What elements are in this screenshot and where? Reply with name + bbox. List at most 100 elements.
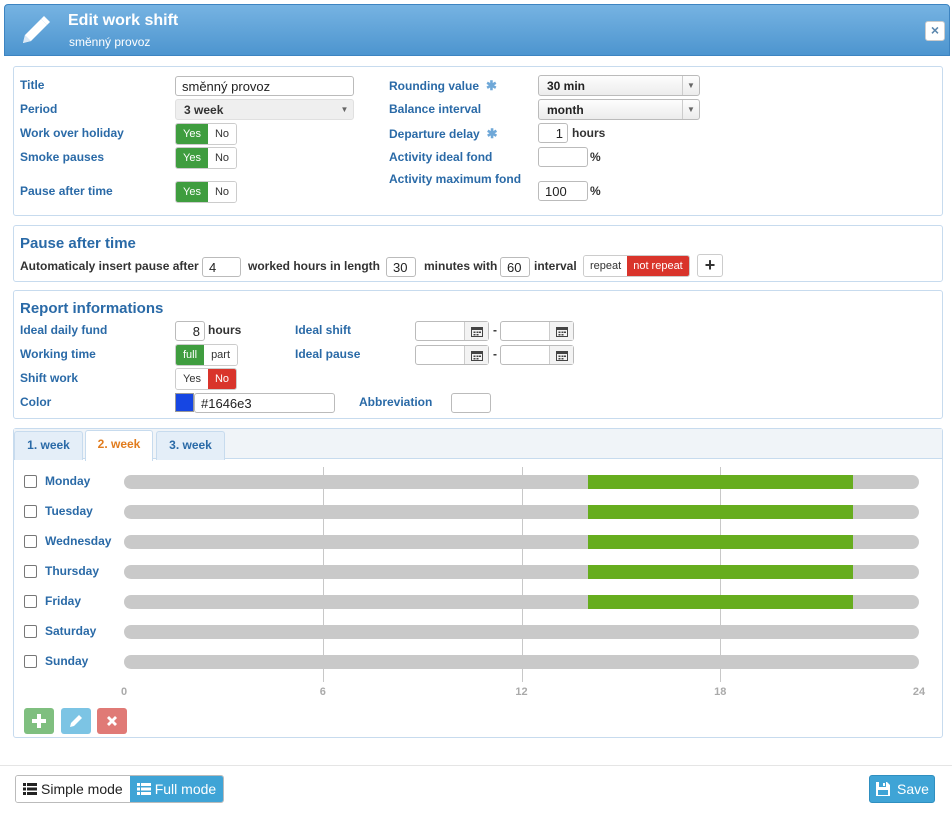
smoke-no[interactable]: No <box>207 148 237 168</box>
holiday-yes[interactable]: Yes <box>176 124 208 144</box>
calendar-icon[interactable] <box>549 322 573 340</box>
shift-bar[interactable] <box>587 565 853 579</box>
smoke-toggle[interactable]: Yes No <box>175 147 238 169</box>
delete-button[interactable] <box>97 708 127 734</box>
asterisk-icon: ✱ <box>483 126 498 141</box>
report-panel: Report informations Ideal daily fund hou… <box>13 290 943 419</box>
color-swatch[interactable] <box>175 393 194 412</box>
departure-input[interactable] <box>538 123 568 143</box>
max-fond-percent: % <box>590 184 601 198</box>
day-name: Monday <box>45 474 91 488</box>
dialog-title: Edit work shift <box>68 12 179 29</box>
shift-bar[interactable] <box>587 475 853 489</box>
simple-mode-label: Simple mode <box>41 781 123 797</box>
daily-fund-input[interactable] <box>175 321 205 341</box>
day-track[interactable] <box>124 655 919 669</box>
day-checkbox[interactable] <box>24 625 37 638</box>
day-name: Wednesday <box>45 534 112 548</box>
plus-icon <box>32 714 46 728</box>
shift-bar[interactable] <box>587 595 853 609</box>
day-checkbox[interactable] <box>24 565 37 578</box>
day-name: Tuesday <box>45 504 93 518</box>
day-name: Friday <box>45 594 82 608</box>
report-panel-title: Report informations <box>20 300 164 317</box>
period-select[interactable]: 3 week ▼ <box>175 99 354 120</box>
close-button[interactable]: × <box>925 21 945 41</box>
tab-week-1[interactable]: 1. week <box>14 431 83 460</box>
chevron-down-icon: ▼ <box>682 76 699 95</box>
holiday-no[interactable]: No <box>207 124 237 144</box>
departure-label: Departure delay ✱ <box>389 126 498 142</box>
max-fond-input[interactable] <box>538 181 588 201</box>
pause-minutes-input[interactable] <box>386 257 416 277</box>
edit-button[interactable] <box>61 708 91 734</box>
hour-tick-label: 18 <box>714 686 727 698</box>
day-checkbox[interactable] <box>24 655 37 668</box>
day-checkbox[interactable] <box>24 475 37 488</box>
day-checkbox[interactable] <box>24 505 37 518</box>
ideal-fond-input[interactable] <box>538 147 588 167</box>
ideal-pause-to[interactable] <box>500 345 574 365</box>
balance-value: month <box>547 103 584 117</box>
shift-work-toggle[interactable]: Yes No <box>175 368 238 390</box>
general-panel: Title Period 3 week ▼ Work over holiday … <box>13 66 943 216</box>
holiday-label: Work over holiday <box>20 126 124 140</box>
shift-work-no[interactable]: No <box>207 369 237 389</box>
pause-interval-input[interactable] <box>500 257 530 277</box>
ideal-shift-dash: - <box>493 323 497 337</box>
schedule-tabs: 1. week 2. week 3. week Monday Tuesday Wed… <box>13 428 943 738</box>
working-time-toggle[interactable]: full part <box>175 344 239 366</box>
ideal-shift-to[interactable] <box>500 321 574 341</box>
mode-switch[interactable]: Simple mode Full mode <box>15 775 225 803</box>
title-input[interactable] <box>175 76 354 96</box>
rounding-value: 30 min <box>547 79 586 93</box>
pause-hours-input[interactable] <box>202 257 241 277</box>
calendar-icon[interactable] <box>464 322 488 340</box>
add-button[interactable] <box>24 708 54 734</box>
shift-work-yes[interactable]: Yes <box>176 369 208 389</box>
not-repeat-option[interactable]: not repeat <box>627 256 689 276</box>
working-time-full[interactable]: full <box>176 345 205 365</box>
color-input[interactable] <box>194 393 335 413</box>
pause-after-time-toggle[interactable]: Yes No <box>175 181 238 203</box>
working-time-part[interactable]: part <box>204 345 238 365</box>
departure-label-text: Departure delay <box>389 127 480 141</box>
pencil-icon <box>70 715 82 727</box>
smoke-yes[interactable]: Yes <box>176 148 208 168</box>
shift-bar[interactable] <box>587 535 853 549</box>
tab-week-2[interactable]: 2. week <box>85 430 153 461</box>
chevron-down-icon: ▼ <box>682 100 699 119</box>
period-value: 3 week <box>184 103 224 117</box>
tab-bar: 1. week 2. week 3. week <box>14 429 942 461</box>
rounding-select[interactable]: 30 min ▼ <box>538 75 700 96</box>
pause-no[interactable]: No <box>207 182 237 202</box>
calendar-icon[interactable] <box>464 346 488 364</box>
day-checkbox[interactable] <box>24 535 37 548</box>
simple-mode-button[interactable]: Simple mode <box>16 776 130 802</box>
day-checkbox[interactable] <box>24 595 37 608</box>
close-icon <box>107 716 117 726</box>
repeat-toggle[interactable]: repeat not repeat <box>583 255 690 277</box>
holiday-toggle[interactable]: Yes No <box>175 123 238 145</box>
ideal-shift-from[interactable] <box>415 321 489 341</box>
day-track[interactable] <box>124 625 919 639</box>
calendar-icon[interactable] <box>549 346 573 364</box>
add-pause-button[interactable]: + <box>697 254 723 277</box>
full-mode-button[interactable]: Full mode <box>129 776 224 802</box>
save-button[interactable]: Save <box>869 775 935 803</box>
shift-bar[interactable] <box>587 505 853 519</box>
ideal-pause-from[interactable] <box>415 345 489 365</box>
day-name: Thursday <box>45 564 100 578</box>
abbreviation-input[interactable] <box>451 393 491 413</box>
ideal-fond-percent: % <box>590 150 601 164</box>
balance-select[interactable]: month ▼ <box>538 99 700 120</box>
shift-work-label: Shift work <box>20 371 79 385</box>
repeat-option[interactable]: repeat <box>584 256 628 276</box>
dialog-header: Edit work shift směnný provoz × <box>4 4 950 56</box>
hour-tick-label: 24 <box>912 686 926 698</box>
hour-tick-label: 0 <box>120 686 128 698</box>
pause-yes[interactable]: Yes <box>176 182 208 202</box>
pause-panel-title: Pause after time <box>20 235 136 252</box>
tab-week-3[interactable]: 3. week <box>156 431 225 460</box>
ideal-shift-label: Ideal shift <box>295 323 352 337</box>
